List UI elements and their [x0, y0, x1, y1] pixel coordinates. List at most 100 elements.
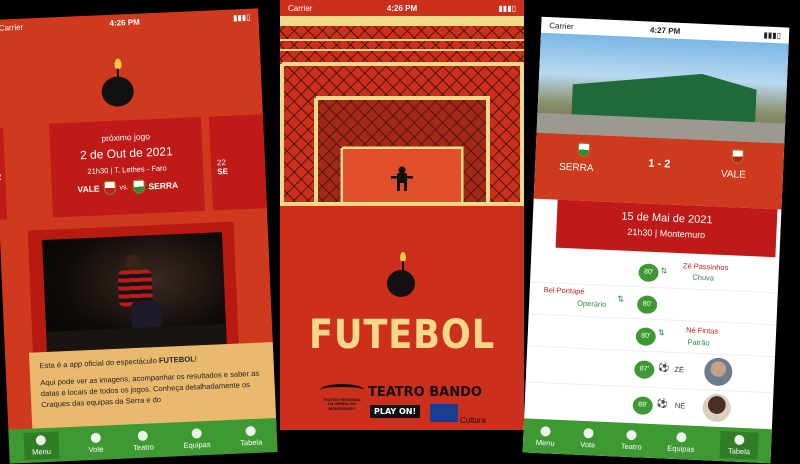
player-out: Zé Passinhos: [682, 261, 729, 273]
event-minute: 80': [635, 327, 657, 347]
away-team: VALE: [720, 168, 746, 181]
player-in: Chuva: [692, 272, 715, 283]
vale-crest-icon: [731, 149, 745, 164]
match-venue: 21h30 | T. Lethes - Faro: [87, 163, 167, 176]
scorer-name: NÉ: [674, 400, 686, 411]
score-header: SERRA 1 - 2 VALE: [533, 132, 785, 210]
tab-equipas[interactable]: Equipas: [667, 431, 695, 453]
intro-body: Aqui pode ver as imagens, acompanhar os …: [40, 368, 260, 410]
mountain-icon: [320, 384, 364, 396]
tab-vote[interactable]: Vote: [88, 432, 104, 454]
match-info-card: 15 de Mai de 2021 21h30 | Montemuro: [555, 199, 778, 258]
event-minute: 80': [638, 263, 659, 283]
ball-icon: ⚽: [658, 362, 670, 373]
ball-icon: ⚽: [656, 398, 669, 409]
tab-vote[interactable]: Vote: [580, 427, 596, 449]
carrier-label: Carrier: [549, 20, 574, 31]
next-match-card[interactable]: próximo jogo 2 de Out de 2021 21h30 | T.…: [49, 116, 205, 218]
home-team: VALE: [77, 183, 100, 195]
intro-end: !: [194, 354, 198, 364]
tab-tabela[interactable]: Tabela: [239, 425, 262, 447]
goal-illustration: [280, 16, 524, 206]
phone-menu-screen: Carrier 4:26 PM ▮▮▮▯ 22 próximo jogo 2 d…: [0, 8, 278, 464]
event-minute: 87': [633, 360, 655, 380]
tab-label: Menu: [535, 437, 555, 448]
bando-b: BANDO: [429, 385, 482, 400]
status-bar: Carrier 4:26 PM ▮▮▮▯: [280, 0, 524, 16]
tab-label: Vote: [580, 439, 596, 450]
event-minute: 80': [636, 295, 658, 315]
trsm-logo: TEATRO REGIONAL DA SERRA DO MONTEMURO: [320, 384, 364, 411]
intro-text: Esta é a app oficial do espectáculo: [39, 356, 158, 371]
chart-icon: [734, 434, 745, 445]
peek-text-right: 22 SE: [216, 157, 229, 177]
tab-label: Equipas: [667, 443, 695, 454]
bando-a: TEATRO: [368, 385, 425, 400]
tab-menu[interactable]: Menu: [23, 431, 60, 460]
chart-icon: [245, 425, 256, 436]
photo-frame: [27, 221, 240, 361]
stadium-photo: [536, 32, 789, 144]
eu-flag-icon: [430, 404, 458, 422]
tab-label: Menu: [31, 446, 52, 457]
ball-icon: [583, 427, 594, 438]
player-out: Bel Pontapé: [543, 285, 585, 296]
masks-icon: [626, 429, 637, 440]
tab-teatro[interactable]: Teatro: [621, 429, 643, 451]
player-avatar: [703, 357, 733, 387]
player-out: Né Fintas: [685, 325, 719, 336]
bomb-logo-icon: [96, 58, 138, 108]
serra-crest-icon: [132, 179, 145, 195]
home-icon: [35, 434, 47, 445]
sub-arrows-icon: ⇅: [660, 266, 668, 276]
match-card-next[interactable]: 22 SE: [208, 114, 273, 211]
masks-icon: [137, 430, 149, 441]
events-list: 80' ⇅ Zé Passinhos Chuva Bel Pontapé Ope…: [524, 252, 780, 430]
battery-icon: ▮▮▮▯: [498, 3, 516, 13]
vale-crest-icon: [103, 180, 116, 196]
cultura-logo: Cultura: [460, 416, 486, 425]
away-team: SERRA: [148, 180, 179, 192]
sub-arrows-icon: ⇅: [617, 294, 625, 304]
status-bar: Carrier 4:26 PM ▮▮▮▯: [0, 8, 259, 36]
tab-teatro[interactable]: Teatro: [132, 430, 154, 452]
tab-tabela[interactable]: Tabela: [719, 430, 759, 460]
scorer-name: ZÉ: [674, 364, 685, 375]
phone-match-screen: Carrier 4:27 PM ▮▮▮▯ SERRA 1 - 2 VALE 15…: [522, 16, 790, 464]
tab-label: Tabela: [239, 437, 263, 448]
player-in: Operário: [576, 298, 607, 309]
app-title: FUTEBOL: [308, 312, 496, 358]
home-icon: [540, 425, 551, 437]
vs-label: vs.: [119, 183, 129, 192]
performer-photo: [42, 232, 227, 352]
team-icon: [676, 431, 687, 443]
clock: 4:26 PM: [386, 3, 418, 13]
ball-icon: [90, 432, 101, 443]
event-minute: 89': [632, 396, 654, 416]
battery-icon: ▮▮▮▯: [232, 12, 251, 22]
tab-label: Teatro: [132, 441, 155, 452]
tab-equipas[interactable]: Equipas: [183, 427, 211, 450]
match-date: 2 de Out de 2021: [79, 144, 174, 163]
trsm-logo-text: TEATRO REGIONAL DA SERRA DO MONTEMURO: [322, 397, 362, 411]
match-card-prev[interactable]: 22: [0, 127, 8, 222]
tab-menu[interactable]: Menu: [536, 425, 556, 447]
intro-bold: FUTEBOL: [158, 354, 195, 366]
peek-text: 22: [0, 172, 2, 182]
tab-label: Equipas: [183, 439, 211, 450]
bando-logo: TEATRO BANDO: [368, 385, 482, 400]
playon-logo: PLAY ON!: [370, 405, 421, 418]
phone-splash-screen: Carrier 4:26 PM ▮▮▮▯ FUTEBOL TEATRO REGI…: [280, 0, 524, 430]
carrier-label: Carrier: [288, 3, 313, 13]
team-icon: [191, 427, 202, 439]
player-avatar: [702, 393, 732, 423]
clock: 4:26 PM: [109, 17, 140, 28]
player-in: Patrão: [687, 337, 710, 348]
sub-arrows-icon: ⇅: [657, 328, 665, 338]
tab-label: Tabela: [727, 445, 751, 456]
bomb-logo-icon: [384, 252, 418, 298]
tab-label: Teatro: [620, 441, 642, 452]
battery-icon: ▮▮▮▯: [763, 29, 782, 40]
tab-label: Vote: [88, 444, 104, 454]
carrier-label: Carrier: [0, 22, 24, 33]
